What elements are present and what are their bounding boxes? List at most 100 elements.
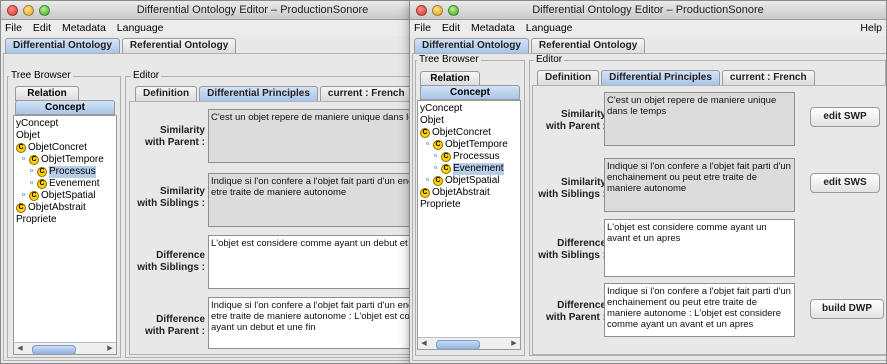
tree-node-objetspatial[interactable]: ᵒ C ObjetSpatial xyxy=(424,175,499,187)
tree-node-label: ObjetAbstrait xyxy=(28,202,86,213)
label-similarity-siblings: Similarity with Siblings : xyxy=(532,177,606,201)
scroll-thumb[interactable] xyxy=(28,344,102,354)
menu-help[interactable]: Help xyxy=(860,20,882,36)
menu-language[interactable]: Language xyxy=(526,20,573,36)
build-dwp-button[interactable]: build DWP xyxy=(810,299,884,319)
label-line: Similarity xyxy=(560,109,606,120)
tree-node-objetconcret[interactable]: C ObjetConcret xyxy=(16,142,87,154)
tab-referential-ontology[interactable]: Referential Ontology xyxy=(530,38,646,53)
close-icon[interactable] xyxy=(416,5,427,16)
concept-icon: C xyxy=(16,143,26,153)
tree-node-propriete[interactable]: Propriete xyxy=(16,214,57,226)
tree-node-processus[interactable]: ᵒ C Processus xyxy=(28,166,96,178)
tree-node-label: Propriete xyxy=(420,199,461,210)
tree-node-label: ObjetSpatial xyxy=(41,190,96,201)
tree-node-label: Evenement xyxy=(49,178,100,189)
window-controls xyxy=(416,5,459,16)
tree-node-label: ObjetConcret xyxy=(432,127,491,138)
concept-icon: C xyxy=(29,191,39,201)
edit-swp-button[interactable]: edit SWP xyxy=(810,107,880,127)
label-line: Difference xyxy=(156,314,205,325)
menu-file[interactable]: File xyxy=(5,20,22,36)
scroll-left-icon[interactable]: ◀ xyxy=(14,343,26,354)
tree-node-evenement[interactable]: ᵒ C Evenement xyxy=(28,178,100,190)
tree-node-objetabstrait[interactable]: C ObjetAbstrait xyxy=(16,202,86,214)
concept-tree[interactable]: yConcept Objet C ObjetConcret ᵒ C ObjetTemp… xyxy=(417,100,521,350)
minimize-icon[interactable] xyxy=(23,5,34,16)
tree-node-yconcept[interactable]: yConcept xyxy=(16,118,58,130)
tree-node-objettempore[interactable]: ᵒ C ObjetTempore xyxy=(424,139,508,151)
tree-node-objet[interactable]: Objet xyxy=(420,115,444,127)
tree-node-label: Propriete xyxy=(16,214,57,225)
menu-file[interactable]: File xyxy=(414,20,431,36)
tree-node-objet[interactable]: Objet xyxy=(16,130,40,142)
concept-icon: C xyxy=(420,188,430,198)
scroll-left-icon[interactable]: ◀ xyxy=(418,338,430,349)
concept-icon: C xyxy=(16,203,26,213)
tree-node-processus[interactable]: ᵒ C Processus xyxy=(432,151,500,163)
tree-node-label: yConcept xyxy=(420,103,463,114)
tab-differential-principles[interactable]: Differential Principles xyxy=(601,70,720,85)
label-similarity-siblings: Similarity with Siblings : xyxy=(131,186,205,210)
concept-icon: C xyxy=(433,176,443,186)
tree-node-objetabstrait[interactable]: C ObjetAbstrait xyxy=(420,187,490,199)
title-bar[interactable]: Differential Ontology Editor – Productio… xyxy=(410,1,886,20)
menu-metadata[interactable]: Metadata xyxy=(62,20,106,36)
main-tabs: Differential Ontology Referential Ontolo… xyxy=(5,38,237,53)
expand-toggle-icon[interactable]: ᵒ xyxy=(424,139,431,151)
tree-tab-concept[interactable]: Concept xyxy=(15,100,115,115)
concept-icon: C xyxy=(37,167,47,177)
tree-tab-relation[interactable]: Relation xyxy=(420,71,480,86)
zoom-icon[interactable] xyxy=(39,5,50,16)
tree-horizontal-scrollbar[interactable]: ◀ ▶ xyxy=(14,342,116,354)
edit-sws-button[interactable]: edit SWS xyxy=(810,173,880,193)
tree-tab-concept[interactable]: Concept xyxy=(420,85,520,100)
label-similarity-parent: Similarity with Parent : xyxy=(131,125,205,149)
menu-metadata[interactable]: Metadata xyxy=(471,20,515,36)
minimize-icon[interactable] xyxy=(432,5,443,16)
tree-node-label: Objet xyxy=(16,130,40,141)
concept-icon: C xyxy=(29,155,39,165)
menu-edit[interactable]: Edit xyxy=(33,20,51,36)
concept-icon: C xyxy=(441,164,451,174)
tab-current-language[interactable]: current : French xyxy=(319,86,413,101)
tree-node-objetspatial[interactable]: ᵒ C ObjetSpatial xyxy=(20,190,95,202)
concept-tree[interactable]: yConcept Objet C ObjetConcret ᵒ C ObjetTemp… xyxy=(13,115,117,355)
label-line: Difference xyxy=(557,238,606,249)
tree-node-objetconcret[interactable]: C ObjetConcret xyxy=(420,127,491,139)
tab-current-language[interactable]: current : French xyxy=(721,70,815,85)
tree-node-yconcept[interactable]: yConcept xyxy=(420,103,462,115)
tab-definition[interactable]: Definition xyxy=(537,70,600,85)
scroll-thumb[interactable] xyxy=(432,339,506,349)
tree-node-evenement[interactable]: ᵒ C Evenement xyxy=(432,163,504,175)
concept-icon: C xyxy=(420,128,430,138)
menu-language[interactable]: Language xyxy=(117,20,164,36)
tab-differential-ontology[interactable]: Differential Ontology xyxy=(414,38,529,53)
concept-icon: C xyxy=(433,140,443,150)
close-icon[interactable] xyxy=(7,5,18,16)
tree-node-label: ObjetTempore xyxy=(445,139,508,150)
window-title: Differential Ontology Editor – Productio… xyxy=(532,4,764,16)
tree-node-label: Objet xyxy=(420,115,444,126)
tab-differential-ontology[interactable]: Differential Ontology xyxy=(5,38,120,53)
tree-node-propriete[interactable]: Propriete xyxy=(420,199,461,211)
zoom-icon[interactable] xyxy=(448,5,459,16)
scroll-right-icon[interactable]: ▶ xyxy=(508,338,520,349)
tree-browser-label: Tree Browser xyxy=(9,70,73,82)
label-similarity-parent: Similarity with Parent : xyxy=(532,109,606,133)
label-line: with Siblings : xyxy=(538,250,606,261)
tab-definition[interactable]: Definition xyxy=(135,86,198,101)
expand-toggle-icon[interactable]: ᵒ xyxy=(20,154,27,166)
difference-siblings-text[interactable]: L'objet est considere comme ayant un ava… xyxy=(604,219,795,277)
tab-differential-principles[interactable]: Differential Principles xyxy=(199,86,318,101)
menu-edit[interactable]: Edit xyxy=(442,20,460,36)
tree-tab-relation[interactable]: Relation xyxy=(15,86,79,101)
tree-horizontal-scrollbar[interactable]: ◀ ▶ xyxy=(418,337,520,349)
scroll-right-icon[interactable]: ▶ xyxy=(104,343,116,354)
difference-parent-text[interactable]: Indique si l'on confere a l'objet fait p… xyxy=(604,283,795,337)
similarity-siblings-text[interactable]: Indique si l'on confere a l'objet fait p… xyxy=(604,158,795,212)
tree-node-label: Evenement xyxy=(453,163,504,175)
tab-referential-ontology[interactable]: Referential Ontology xyxy=(121,38,237,53)
tree-node-objettempore[interactable]: ᵒ C ObjetTempore xyxy=(20,154,104,166)
similarity-parent-text[interactable]: C'est un objet repere de maniere unique … xyxy=(604,92,795,146)
